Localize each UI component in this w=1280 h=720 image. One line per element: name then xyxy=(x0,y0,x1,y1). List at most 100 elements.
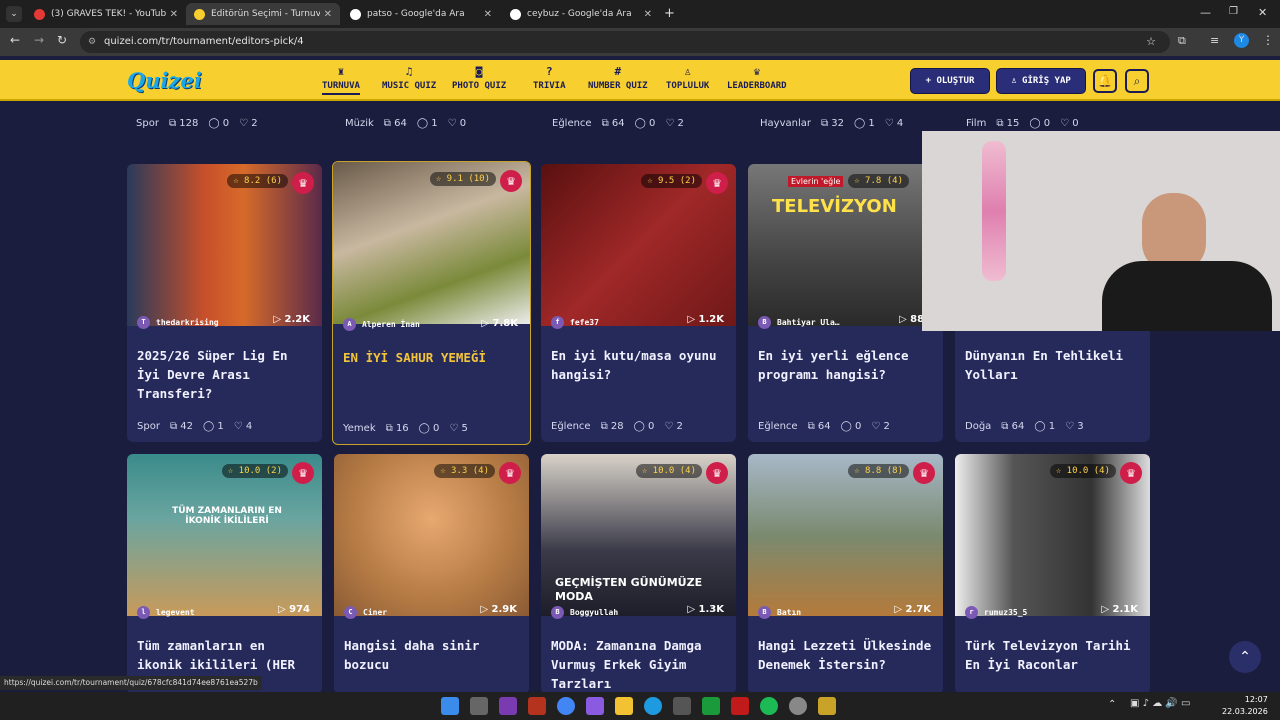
login-button[interactable]: ♙ GİRİŞ YAP xyxy=(996,68,1086,94)
category-label[interactable]: Film xyxy=(966,118,986,129)
windows-start-icon[interactable] xyxy=(441,697,459,715)
author[interactable]: B Boggyullah xyxy=(551,606,618,619)
forward-icon[interactable]: → xyxy=(34,33,44,47)
spotify-icon[interactable] xyxy=(760,697,778,715)
nav-topluluk[interactable]: ♙ TOPLULUK xyxy=(666,65,709,91)
notification-bell-icon[interactable]: 🔔 xyxy=(1093,69,1117,93)
browser-menu-icon[interactable]: ⋮ xyxy=(1262,33,1274,47)
rating-badge: ☆ 8.8 (8) xyxy=(848,464,909,478)
quiz-title[interactable]: Hangi Lezzeti Ülkesinde Denemek İstersin… xyxy=(758,636,936,674)
author[interactable]: B Bahtiyar Ula… xyxy=(758,316,840,329)
category-label[interactable]: Eğlence xyxy=(758,421,798,432)
author[interactable]: l legevent xyxy=(137,606,195,619)
quiz-card[interactable]: GEÇMİŞTEN GÜNÜMÜZE MODA ☆ 10.0 (4) ♛ B Bo… xyxy=(541,454,736,694)
crown-icon: ♛ xyxy=(292,172,314,194)
author[interactable]: B Batın xyxy=(758,606,801,619)
new-tab-button[interactable]: + xyxy=(664,6,675,21)
tray-icons[interactable]: ▣ ♪ ☁ 🔊 ▭ xyxy=(1130,698,1190,709)
tab-list-button[interactable]: ⌄ xyxy=(6,6,22,22)
category-label[interactable]: Eğlence xyxy=(551,421,591,432)
quiz-card[interactable]: Evlerin 'eğle TELEVİZYON ☆ 7.8 (4) B Baht… xyxy=(748,164,943,442)
close-icon[interactable]: ✕ xyxy=(644,9,652,20)
netflix-icon[interactable] xyxy=(731,697,749,715)
tab-youtube[interactable]: (3) GRAVES TEK! - YouTube ✕ xyxy=(26,3,186,25)
category-label[interactable]: Eğlence xyxy=(552,118,592,129)
category-label[interactable]: Spor xyxy=(137,421,160,432)
profile-avatar[interactable]: Y xyxy=(1234,33,1249,48)
nav-number-quiz[interactable]: # NUMBER QUIZ xyxy=(588,65,648,91)
quiz-title[interactable]: Türk Televizyon Tarihi En İyi Raconlar xyxy=(965,636,1143,674)
comment-count: ◯ 0 xyxy=(633,421,655,432)
nav-trivia[interactable]: ? TRIVIA xyxy=(533,65,566,91)
scroll-to-top-button[interactable]: ⌃ xyxy=(1229,641,1261,673)
quiz-title[interactable]: En iyi yerli eğlence programı hangisi? xyxy=(758,346,936,384)
author[interactable]: Tthedarkrising xyxy=(137,316,219,329)
app-icon[interactable] xyxy=(818,697,836,715)
quiz-title[interactable]: EN İYİ SAHUR YEMEĞİ xyxy=(343,348,521,367)
file-explorer-icon[interactable] xyxy=(615,697,633,715)
search-icon[interactable]: ⌕ xyxy=(1125,69,1149,93)
reload-icon[interactable]: ↻ xyxy=(57,33,67,47)
play-count: ▷ 1.3K xyxy=(687,604,724,615)
tab-google-patso[interactable]: patso - Google'da Ara ✕ xyxy=(342,3,500,25)
quiz-title[interactable]: En iyi kutu/masa oyunu hangisi? xyxy=(551,346,729,384)
nav-turnuva[interactable]: ♜ TURNUVA xyxy=(322,65,360,95)
comment-count: ◯ 0 xyxy=(418,423,440,434)
tray-chevron-icon[interactable]: ⌃ xyxy=(1108,699,1116,710)
quiz-thumbnail[interactable]: Evlerin 'eğle TELEVİZYON xyxy=(748,164,943,326)
question-count: ⧉ 15 xyxy=(996,118,1020,129)
system-clock[interactable]: 12:07 22.03.2026 xyxy=(1222,694,1268,718)
quiz-title[interactable]: Dünyanın En Tehlikeli Yolları xyxy=(965,346,1143,384)
quiz-title[interactable]: 2025/26 Süper Lig En İyi Devre Arası Tra… xyxy=(137,346,315,403)
bookmark-star-icon[interactable]: ☆ xyxy=(1146,31,1156,53)
category-label[interactable]: Spor xyxy=(136,118,159,129)
category-label[interactable]: Doğa xyxy=(965,421,991,432)
category-label[interactable]: Müzik xyxy=(345,118,374,129)
quiz-card[interactable]: ☆ 8.2 (6) ♛ Tthedarkrising ▷ 2.2K 2025/2… xyxy=(127,164,322,442)
close-icon[interactable]: ✕ xyxy=(484,9,492,20)
quiz-title[interactable]: MODA: Zamanına Damga Vurmuş Erkek Giyim … xyxy=(551,636,729,693)
store-icon[interactable] xyxy=(673,697,691,715)
quiz-card[interactable]: ☆ 3.3 (4) ♛ C Ciner ▷ 2.9K Hangisi daha s… xyxy=(334,454,529,694)
window-close-icon[interactable]: ✕ xyxy=(1258,6,1267,19)
author[interactable]: C Ciner xyxy=(344,606,387,619)
pink-decoration xyxy=(982,141,1006,281)
quiz-title[interactable]: Hangisi daha sinir bozucu xyxy=(344,636,522,674)
create-button[interactable]: + OLUŞTUR xyxy=(910,68,990,94)
author[interactable]: f fefe37 xyxy=(551,316,599,329)
author[interactable]: A Alperen İnan xyxy=(343,318,420,331)
nav-leaderboard[interactable]: ♛ LEADERBOARD xyxy=(727,65,787,91)
quiz-card[interactable]: ☆ 10.0 (4) ♛ r rumuz35_5 ▷ 2.1K Türk Tele… xyxy=(955,454,1150,694)
quiz-title[interactable]: Tüm zamanların en ikonik ikilileri (HER xyxy=(137,636,315,674)
quiz-card[interactable]: TÜM ZAMANLARIN EN İKONİK İKİLİLERİ ☆ 10.… xyxy=(127,454,322,694)
chrome-icon[interactable] xyxy=(557,697,575,715)
restore-icon[interactable]: ❐ xyxy=(1229,6,1238,17)
tab-google-ceybuz[interactable]: ceybuz - Google'da Ara ✕ xyxy=(502,3,660,25)
quiz-card-hovered[interactable]: ☆ 9.1 (10) ♛ A Alperen İnan ▷ 7.8K EN İYİ… xyxy=(332,161,531,445)
nav-music-quiz[interactable]: ♫ MUSIC QUIZ xyxy=(382,65,436,91)
thumbnail-text: GEÇMİŞTEN GÜNÜMÜZE MODA xyxy=(555,576,703,603)
category-label[interactable]: Yemek xyxy=(343,423,376,434)
back-icon[interactable]: ← xyxy=(10,33,20,47)
author[interactable]: r rumuz35_5 xyxy=(965,606,1027,619)
url-field[interactable]: ⚙ quizei.com/tr/tournament/editors-pick/… xyxy=(80,31,1170,53)
extensions-icon[interactable]: ⧉ xyxy=(1178,34,1186,48)
minimize-icon[interactable]: — xyxy=(1200,6,1211,19)
tab-quizei[interactable]: Editörün Seçimi - Turnuva - Qu ✕ xyxy=(186,3,340,25)
tab-search-icon[interactable]: ≡ xyxy=(1210,34,1219,47)
app-icon[interactable] xyxy=(499,697,517,715)
category-label[interactable]: Hayvanlar xyxy=(760,118,811,129)
edge-icon[interactable] xyxy=(644,697,662,715)
site-info-icon[interactable]: ⚙ xyxy=(88,31,96,53)
quiz-card[interactable]: ☆ 8.8 (8) ♛ B Batın ▷ 2.7K Hangi Lezzeti … xyxy=(748,454,943,694)
quiz-card[interactable]: ☆ 9.5 (2) ♛ f fefe37 ▷ 1.2K En iyi kutu/m… xyxy=(541,164,736,442)
close-icon[interactable]: ✕ xyxy=(324,9,332,20)
illustrator-icon[interactable] xyxy=(528,697,546,715)
task-view-icon[interactable] xyxy=(470,697,488,715)
copilot-icon[interactable] xyxy=(586,697,604,715)
nav-photo-quiz[interactable]: ◙ PHOTO QUIZ xyxy=(452,65,506,91)
steam-icon[interactable] xyxy=(789,697,807,715)
quizei-logo[interactable]: Quizei xyxy=(127,68,202,93)
xbox-icon[interactable] xyxy=(702,697,720,715)
close-icon[interactable]: ✕ xyxy=(170,9,178,20)
